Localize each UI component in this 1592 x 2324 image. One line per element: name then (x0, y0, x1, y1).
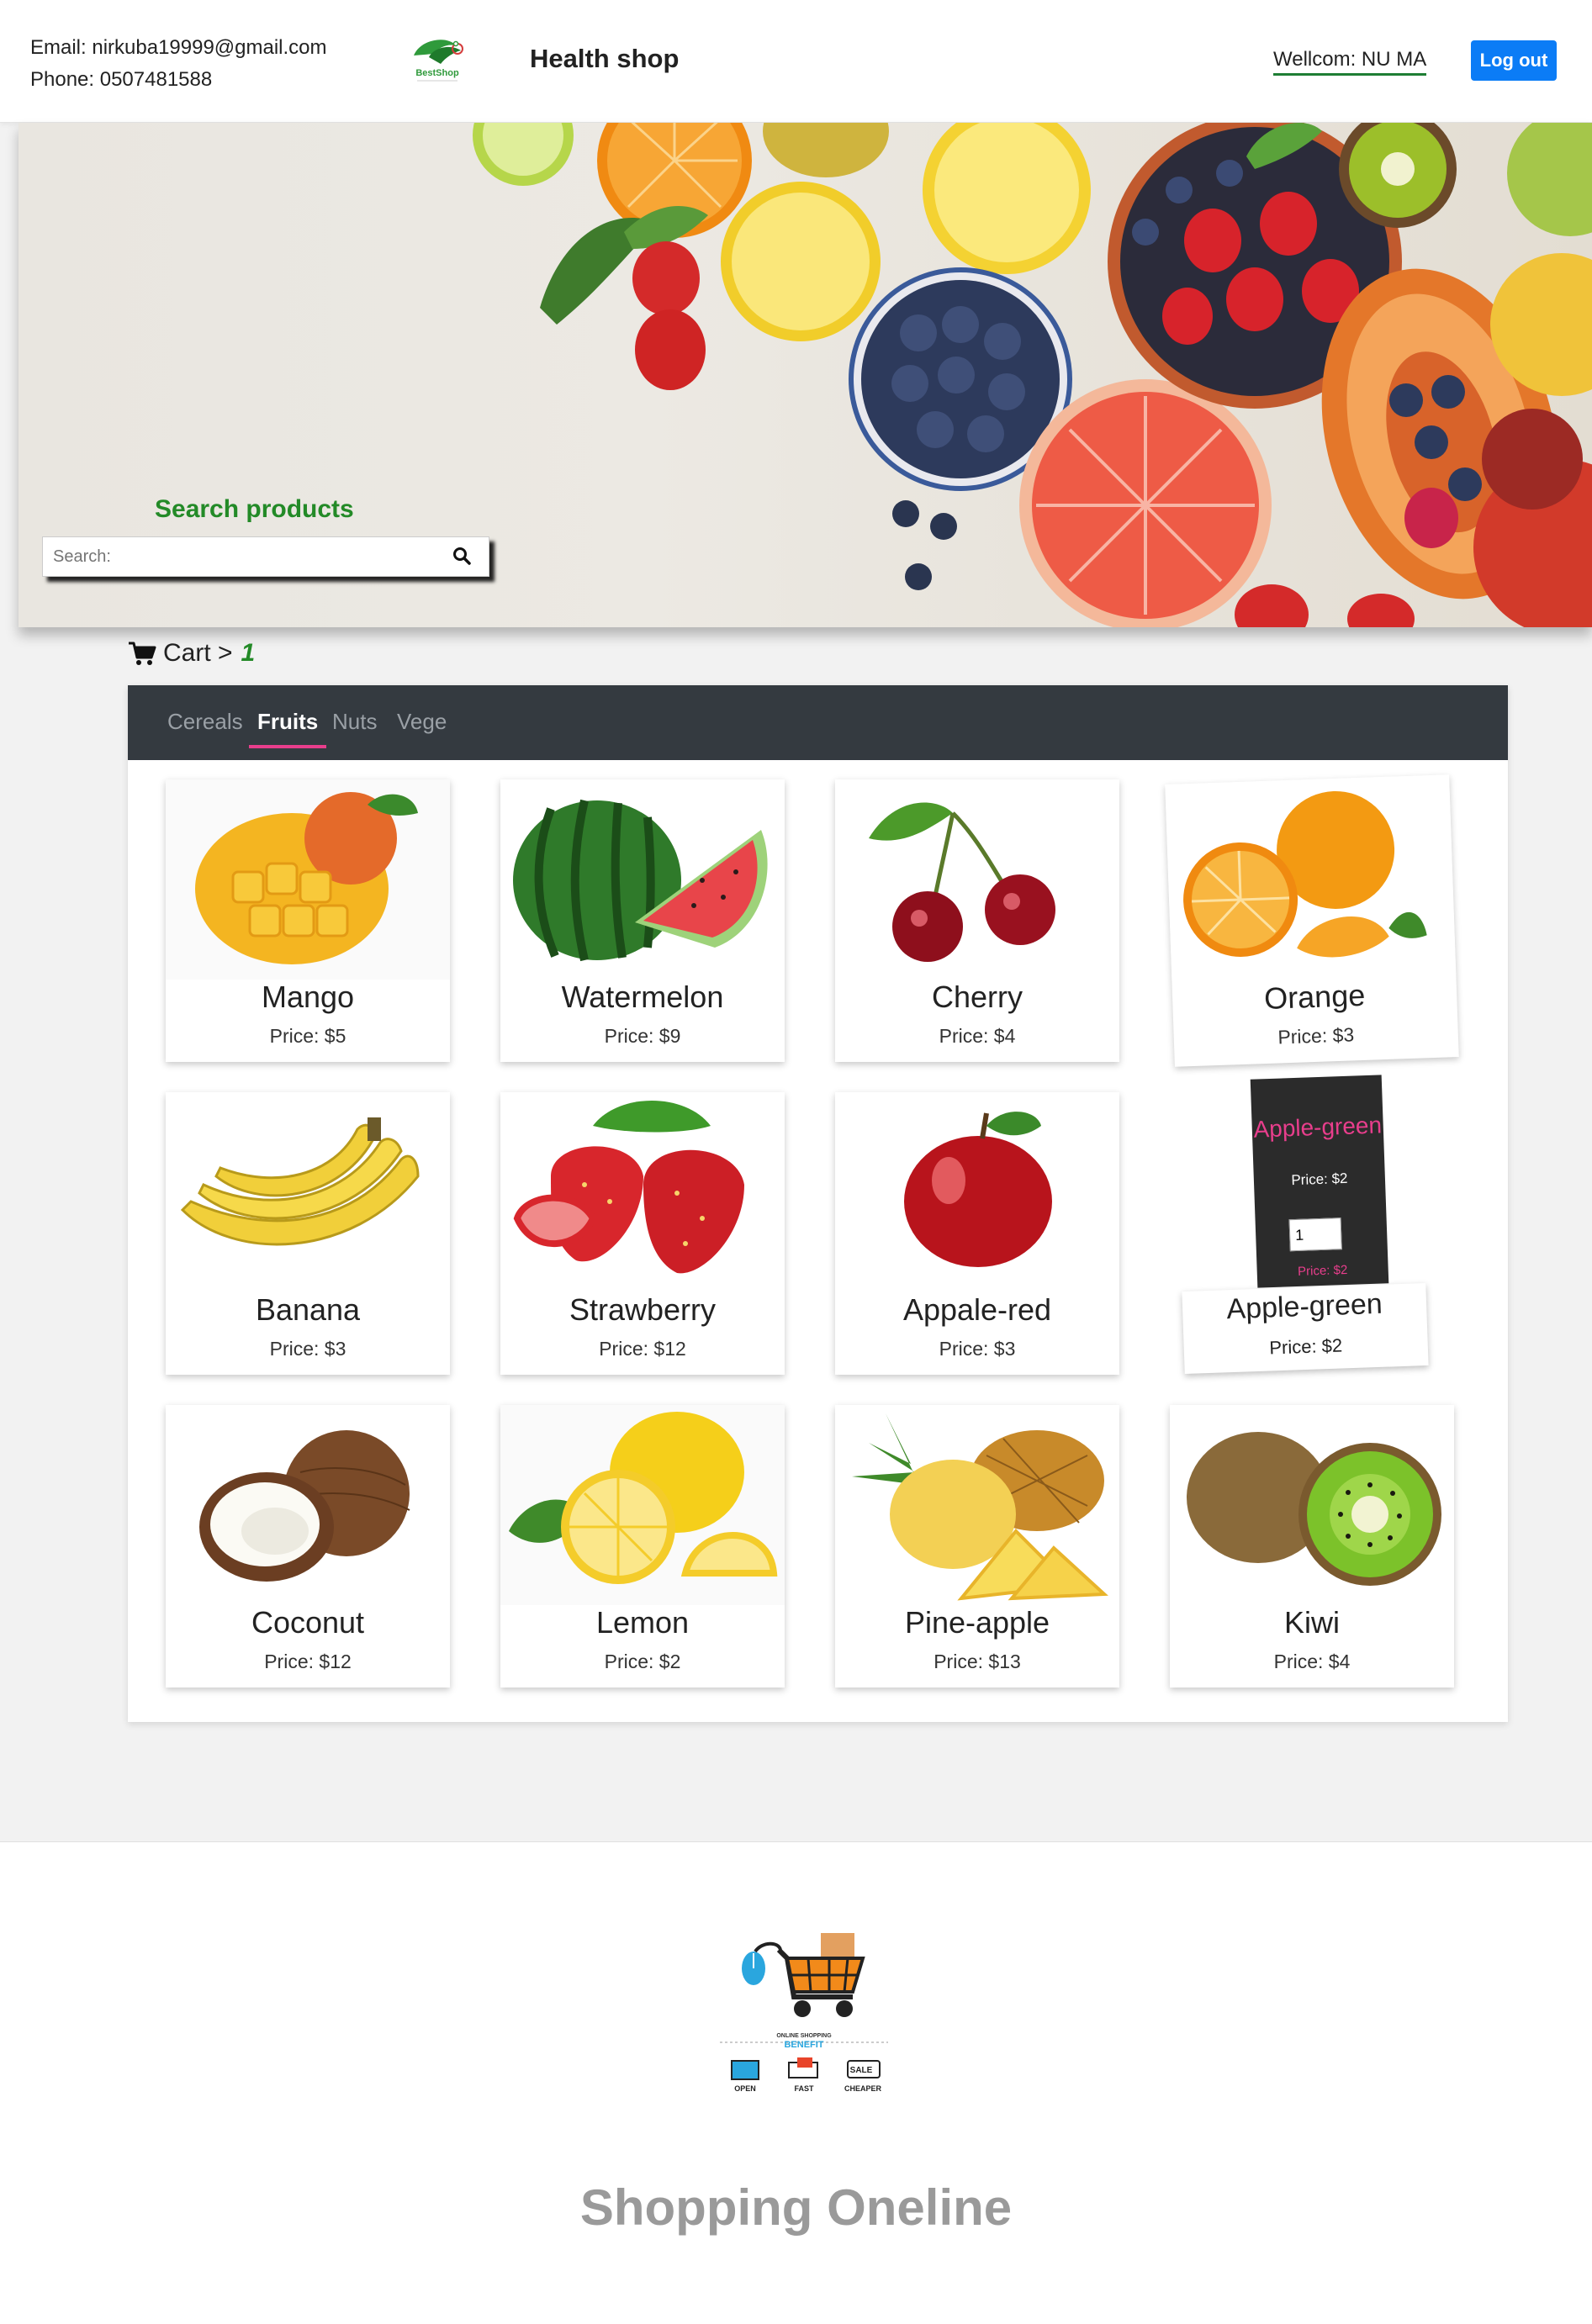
contact-info: Email: nirkuba19999@gmail.com Phone: 050… (30, 32, 327, 96)
logo-item-fast: FAST (794, 2084, 814, 2093)
welcome-user-link[interactable]: Wellcom: NU MA (1273, 48, 1427, 76)
category-tabs: Cereals Fruits Nuts Vege (128, 685, 1508, 760)
tab-fruits[interactable]: Fruits (249, 709, 327, 748)
product-card-apple-green[interactable]: Apple-green Price: $2 Price: $2 Apple-gr… (1170, 1075, 1454, 1375)
strawberry-image (500, 1092, 785, 1292)
product-card-orange[interactable]: Orange Price: $3 (1165, 774, 1459, 1067)
product-name: Strawberry (569, 1292, 717, 1327)
logout-button[interactable]: Log out (1471, 40, 1557, 81)
search-input[interactable] (43, 537, 442, 576)
orange-image (1165, 774, 1457, 985)
product-price: Price: $4 (939, 1025, 1016, 1047)
product-price: Price: $9 (604, 1025, 681, 1047)
logo-caption: ONLINE SHOPPING (776, 2033, 832, 2039)
contact-phone: Phone: 0507481588 (30, 68, 213, 91)
search-box (42, 536, 489, 577)
top-header: Email: nirkuba19999@gmail.com Phone: 050… (0, 0, 1592, 123)
product-price: Price: $13 (934, 1651, 1021, 1672)
product-name: Apple-green (1225, 1287, 1383, 1326)
product-price: Price: $12 (264, 1651, 352, 1672)
product-price: Price: $12 (599, 1338, 686, 1360)
cart-icon (129, 642, 156, 665)
mango-image (166, 779, 450, 980)
product-card-strawberry[interactable]: Strawberry Price: $12 (500, 1092, 785, 1375)
search-products-title: Search products (155, 495, 354, 523)
site-title: Health shop (530, 44, 680, 73)
watermelon-image (500, 779, 785, 980)
products-panel: Cereals Fruits Nuts Vege Mango Price: $5 (128, 685, 1508, 1722)
product-name: Mango (261, 980, 355, 1014)
product-info-front: Apple-green Price: $2 (1182, 1282, 1429, 1375)
banana-image (166, 1092, 450, 1292)
quantity-input[interactable] (1288, 1217, 1342, 1252)
contact-email: Email: nirkuba19999@gmail.com (30, 36, 327, 59)
product-price: Price: $2 (604, 1651, 681, 1672)
product-card-pine-apple[interactable]: Pine-apple Price: $13 (835, 1405, 1119, 1688)
lemon-image (500, 1405, 785, 1605)
product-card-coconut[interactable]: Coconut Price: $12 (166, 1405, 450, 1688)
coconut-image (166, 1405, 450, 1605)
hover-product-name: Apple-green (1252, 1112, 1383, 1143)
logo-item-open: OPEN (734, 2084, 756, 2093)
product-name: Banana (255, 1292, 361, 1327)
hero-banner: Search products (19, 123, 1592, 627)
tab-cereals[interactable]: Cereals (167, 709, 243, 745)
bestshop-logo[interactable]: BestShop (395, 32, 479, 91)
tab-vege[interactable]: Vege (397, 709, 447, 745)
product-price: Price: $3 (269, 1338, 346, 1360)
logo-benefit: BENEFIT (784, 2040, 823, 2050)
product-price: Price: $2 (1268, 1334, 1343, 1359)
product-name: Kiwi (1283, 1605, 1340, 1640)
cart-count: 1 (241, 639, 256, 667)
search-icon[interactable] (452, 546, 472, 566)
cart-link[interactable]: Cart > 1 (128, 639, 255, 668)
product-card-cherry[interactable]: Cherry Price: $4 (835, 779, 1119, 1062)
kiwi-image (1170, 1405, 1454, 1605)
logo-sale: SALE (850, 2066, 873, 2075)
product-card-kiwi[interactable]: Kiwi Price: $4 (1170, 1405, 1454, 1688)
add-to-cart-panel: Apple-green Price: $2 Price: $2 (1250, 1075, 1389, 1288)
pineapple-image (835, 1405, 1119, 1605)
product-card-lemon[interactable]: Lemon Price: $2 (500, 1405, 785, 1688)
shopping-cart-benefit-logo: ONLINE SHOPPING BENEFIT SALE OPEN FAST C… (720, 1933, 888, 2093)
product-price: Price: $4 (1273, 1651, 1351, 1672)
product-name: Coconut (251, 1605, 365, 1640)
product-card-mango[interactable]: Mango Price: $5 (166, 779, 450, 1062)
product-name: Lemon (595, 1605, 690, 1640)
product-card-watermelon[interactable]: Watermelon Price: $9 (500, 779, 785, 1062)
cherry-image (835, 779, 1119, 980)
product-card-appale-red[interactable]: Appale-red Price: $3 (835, 1092, 1119, 1375)
hover-product-price: Price: $2 (1291, 1170, 1348, 1189)
product-name: Cherry (931, 980, 1023, 1014)
product-name: Pine-apple (904, 1605, 1050, 1640)
footer-title: Shopping Oneline (579, 2179, 1013, 2236)
cart-label: Cart > (163, 639, 233, 667)
logo-text: BestShop (415, 68, 459, 78)
logo-item-cheaper: CHEAPER (844, 2084, 882, 2093)
hover-product-price-total: Price: $2 (1297, 1262, 1348, 1279)
product-card-banana[interactable]: Banana Price: $3 (166, 1092, 450, 1375)
product-price: Price: $3 (1277, 1023, 1355, 1048)
product-name: Appale-red (902, 1292, 1052, 1327)
product-price: Price: $3 (939, 1338, 1016, 1360)
product-price: Price: $5 (269, 1025, 346, 1047)
footer: ONLINE SHOPPING BENEFIT SALE OPEN FAST C… (0, 1841, 1592, 2324)
red-apple-image (835, 1092, 1119, 1292)
product-name: Watermelon (561, 980, 724, 1014)
tab-nuts[interactable]: Nuts (332, 709, 377, 745)
